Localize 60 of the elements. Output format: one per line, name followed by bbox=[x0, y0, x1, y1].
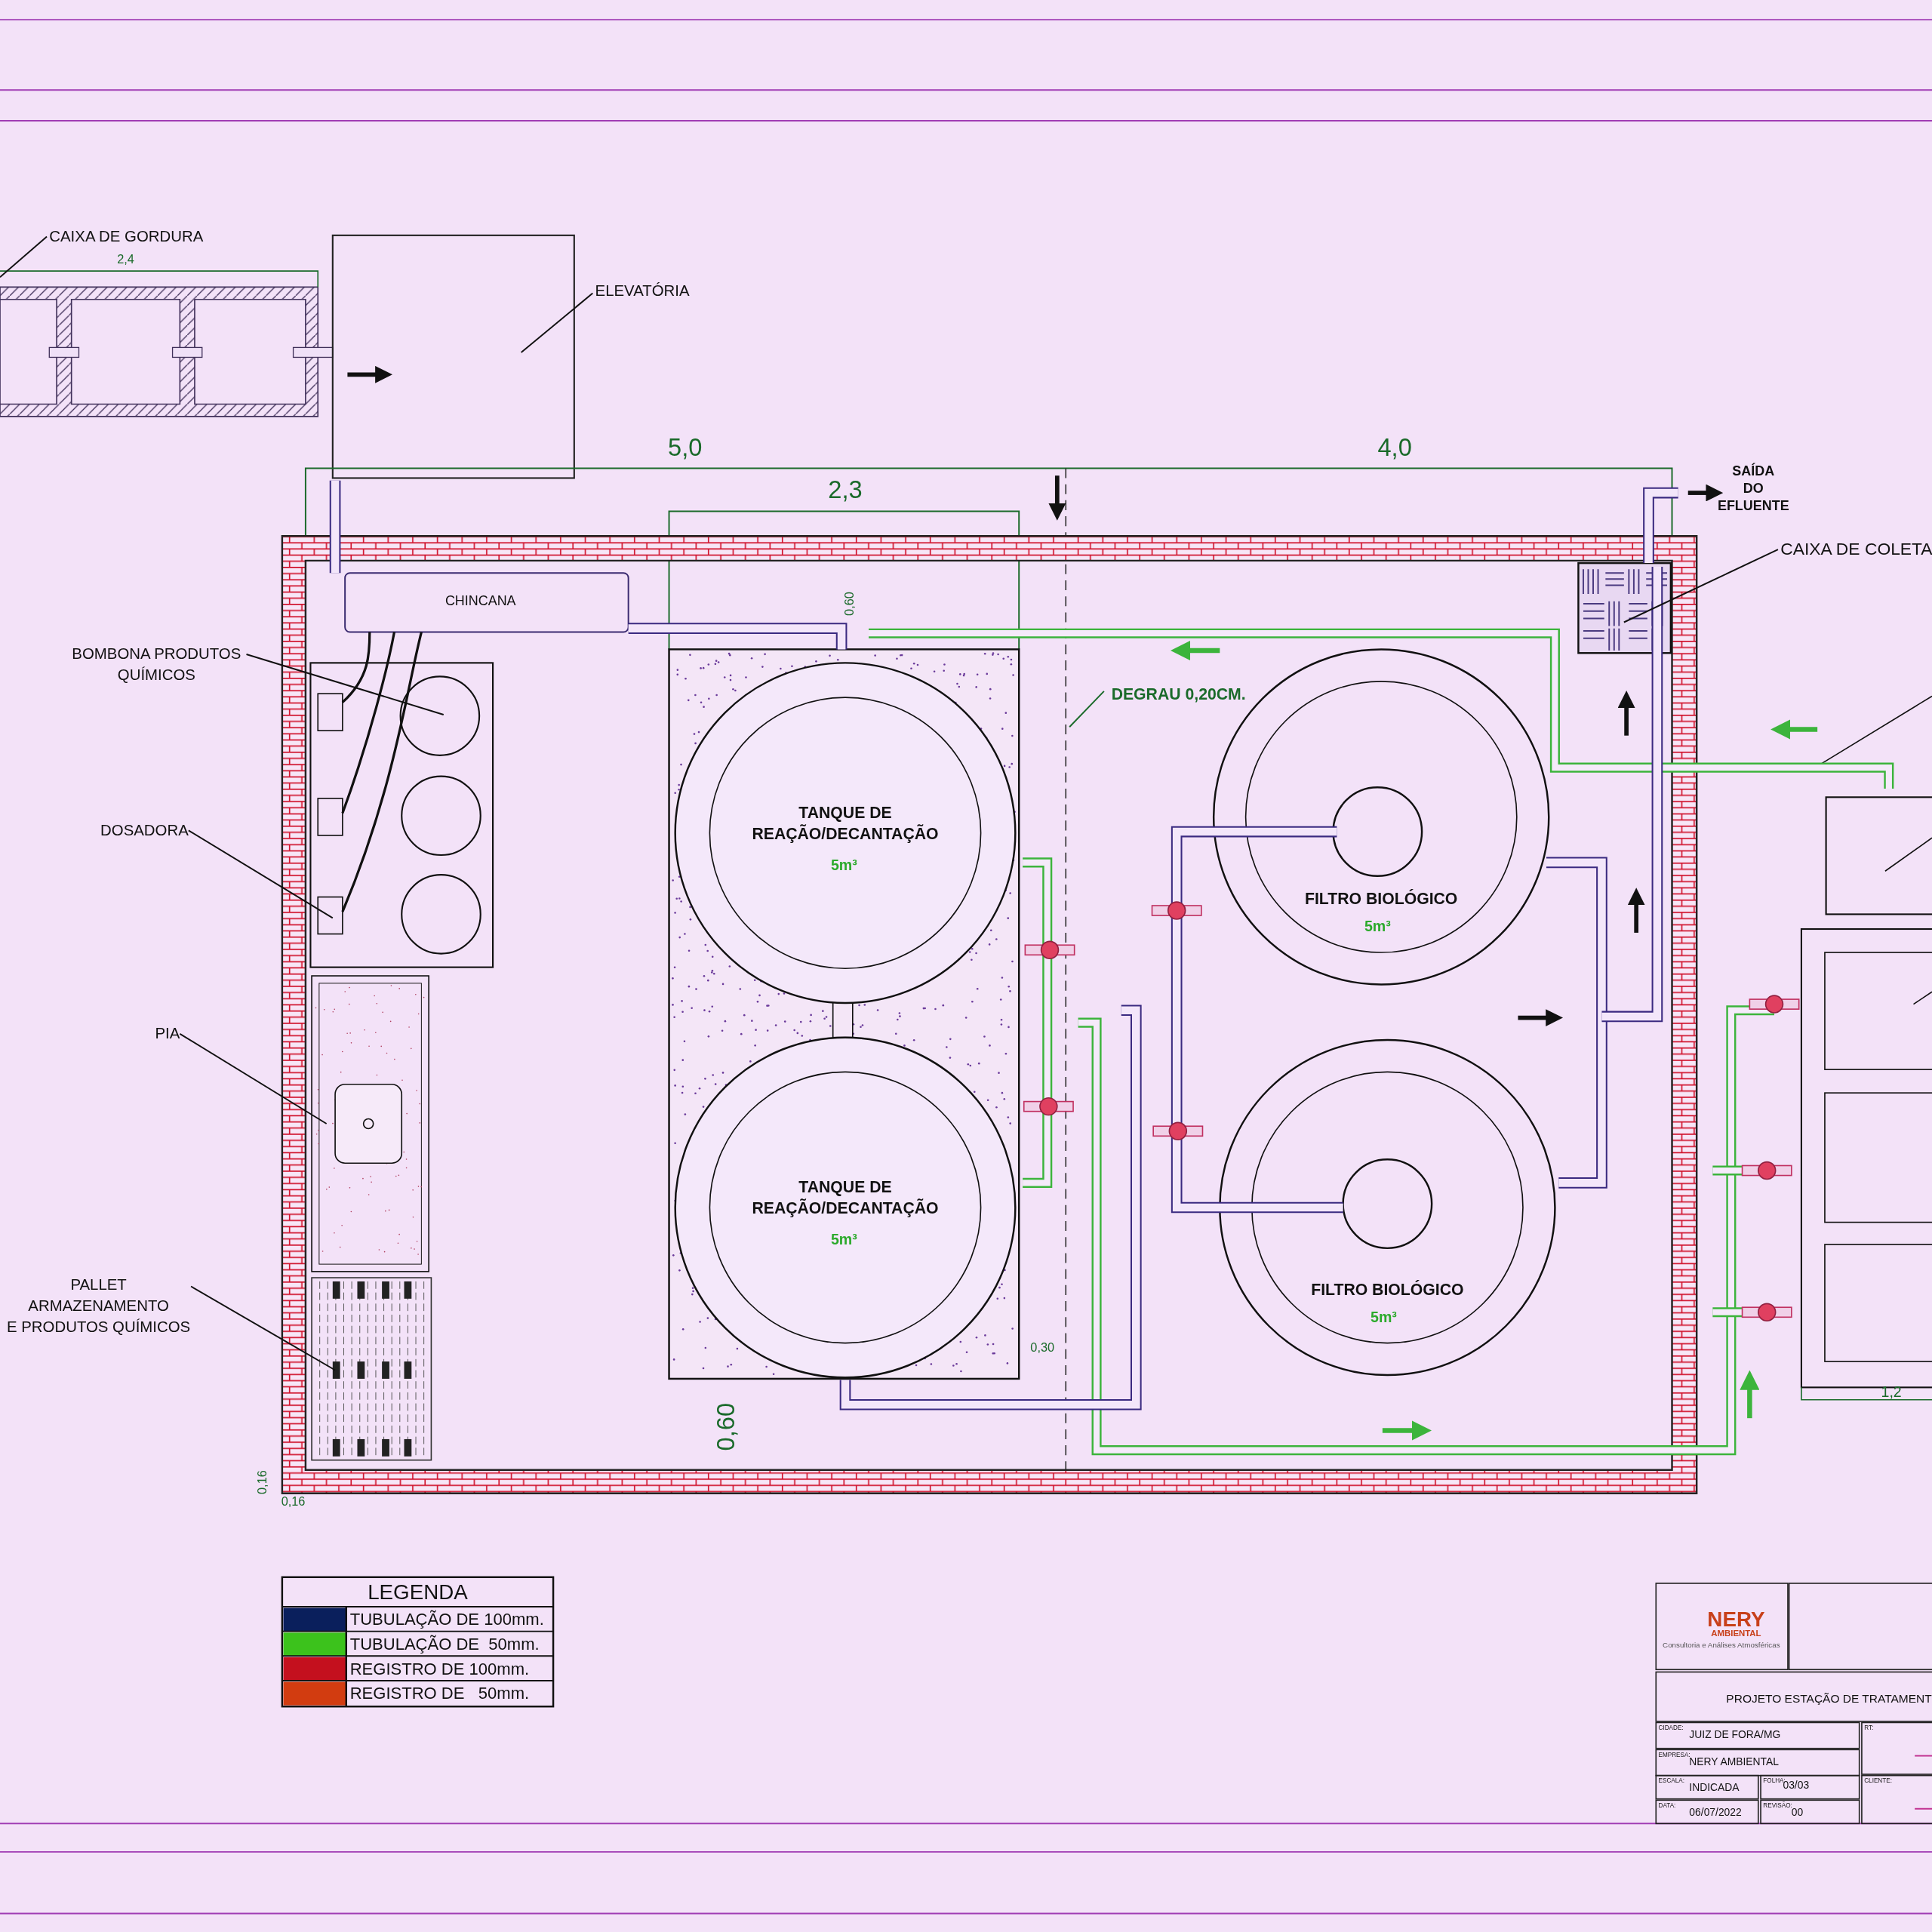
flow-arrow-icon bbox=[1627, 888, 1645, 933]
annotation-label: PALLET ARMAZENAMENTO E PRODUTOS QUÍMICOS bbox=[7, 1276, 191, 1335]
legend-label: REGISTRO DE 50mm. bbox=[349, 1684, 530, 1703]
project-title: PROJETO ESTAÇÃO DE TRATAMENT bbox=[1726, 1692, 1932, 1706]
valve-icon bbox=[1741, 1161, 1792, 1180]
legend-label: REGISTRO DE 100mm. bbox=[349, 1659, 530, 1678]
annotation-label: CAIXA DE GORDURA bbox=[49, 228, 204, 245]
filter-volume: 5m³ bbox=[1371, 1308, 1397, 1325]
field-value: 06/07/2022 bbox=[1689, 1805, 1742, 1818]
flow-arrow-icon bbox=[1048, 475, 1066, 521]
dimension-label: 0,30 bbox=[1030, 1340, 1055, 1354]
valve-icon bbox=[1024, 940, 1075, 959]
tank-label: TANQUE DE REAÇÃO/DECANTAÇÃO bbox=[752, 1178, 939, 1217]
valve-icon bbox=[1023, 1097, 1074, 1116]
step-note: DEGRAU 0,20CM. bbox=[1111, 685, 1246, 703]
annotation-label: BOMBONA PRODUTOS QUÍMICOS bbox=[72, 645, 242, 684]
flow-arrow-icon bbox=[1518, 1009, 1563, 1026]
flow-arrow-icon bbox=[347, 365, 392, 383]
annotation-label: DOSADORA bbox=[100, 821, 189, 838]
valve-icon bbox=[1152, 1121, 1204, 1140]
flow-arrow-icon bbox=[1770, 719, 1818, 740]
logo-subtitle: AMBIENTAL bbox=[1711, 1629, 1761, 1638]
dimension-label: 0,60 bbox=[842, 592, 857, 616]
flow-arrow-icon bbox=[1687, 484, 1724, 502]
dimension-label: 1,2 bbox=[1881, 1383, 1902, 1401]
leader-line bbox=[0, 235, 48, 278]
tank-volume: 5m³ bbox=[830, 1231, 857, 1247]
outlet-label: SAÍDA DO EFLUENTE bbox=[1717, 463, 1789, 513]
flow-arrow-icon bbox=[1740, 1370, 1760, 1419]
annotation-label: ELEVATÓRIA bbox=[595, 281, 690, 299]
annotation-label: PIA bbox=[155, 1025, 180, 1042]
valve-icon bbox=[1151, 901, 1202, 920]
legend-title: LEGENDA bbox=[368, 1580, 468, 1604]
legend-label: TUBULAÇÃO DE 100mm. bbox=[349, 1610, 544, 1629]
field-value: JUIZ DE FORA/MG bbox=[1689, 1727, 1781, 1740]
flow-arrow-icon bbox=[1617, 691, 1635, 736]
chicane-label: CHINCANA bbox=[445, 592, 516, 608]
dimension-label: 4,0 bbox=[1377, 433, 1412, 462]
filter-label: FILTRO BIOLÓGICO bbox=[1305, 890, 1458, 908]
annotation-label: CAIXA DE COLETA bbox=[1780, 538, 1932, 558]
valve-icon bbox=[1741, 1303, 1792, 1321]
dimension-label: 0,16 bbox=[254, 1470, 269, 1494]
legend-label: TUBULAÇÃO DE 50mm. bbox=[349, 1635, 540, 1654]
logo-tagline: Consultoria e Análises Atmosféricas bbox=[1663, 1640, 1780, 1649]
dimension-label: 2,4 bbox=[117, 252, 134, 266]
field-value: NERY AMBIENTAL bbox=[1689, 1755, 1779, 1767]
filter-label: FILTRO BIOLÓGICO bbox=[1311, 1280, 1464, 1298]
dimension-label: 0,60 bbox=[712, 1402, 740, 1451]
flow-arrow-icon bbox=[1171, 641, 1220, 661]
dimension-label: 2,3 bbox=[828, 475, 863, 503]
tank-label: TANQUE DE REAÇÃO/DECANTAÇÃO bbox=[752, 804, 939, 842]
filter-volume: 5m³ bbox=[1364, 918, 1391, 935]
flow-arrow-icon bbox=[1382, 1420, 1432, 1441]
valve-icon bbox=[1749, 995, 1800, 1014]
field-value: 00 bbox=[1791, 1805, 1804, 1818]
field-value: INDICADA bbox=[1689, 1781, 1740, 1794]
dimension-label: 5,0 bbox=[668, 433, 703, 462]
leader-line bbox=[1069, 690, 1105, 728]
dimension-label: 0,16 bbox=[281, 1494, 306, 1509]
tank-volume: 5m³ bbox=[830, 856, 857, 873]
